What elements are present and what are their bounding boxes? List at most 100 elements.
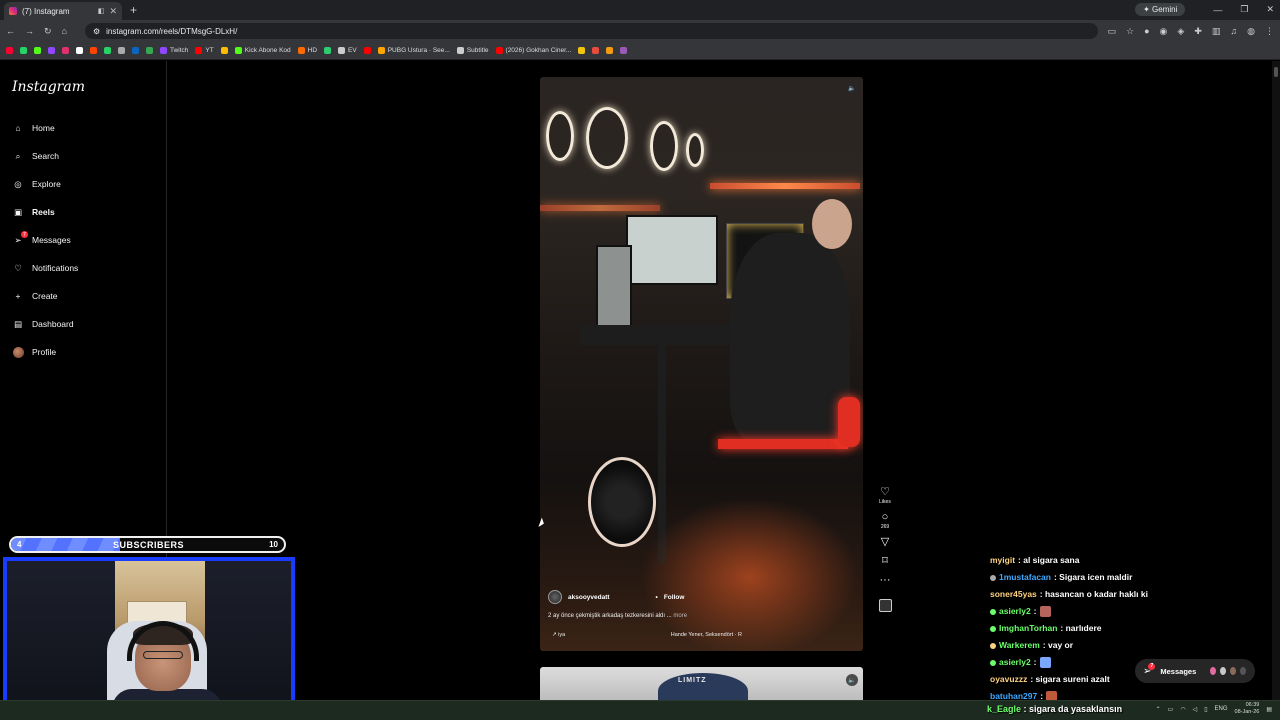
sidebar-item-label: Reels	[32, 207, 55, 217]
mute-button[interactable]: 🔈	[846, 82, 858, 94]
language-indicator[interactable]: ENG	[1215, 706, 1228, 712]
bookmark-item[interactable]: (2026) Gokhan Ciner...	[495, 47, 571, 54]
bookmark-item[interactable]	[90, 47, 97, 54]
audio-thumbnail[interactable]	[878, 599, 892, 612]
media-icon[interactable]: ♫	[1230, 26, 1237, 37]
home-browser-icon[interactable]: ⌂	[62, 26, 67, 36]
sidebar-item-messages[interactable]: ➢ 7 Messages	[0, 226, 167, 254]
minimize-icon[interactable]: —	[1213, 5, 1222, 15]
bookmark-item[interactable]: EV	[338, 47, 357, 54]
bookmark-item[interactable]	[62, 47, 69, 54]
reel-audio-song[interactable]: Hande Yener, Seksendört · R	[671, 632, 742, 638]
back-icon[interactable]: ←	[6, 26, 15, 36]
wifi-icon[interactable]: ◠	[1180, 706, 1185, 713]
bookmark-item[interactable]	[578, 47, 586, 54]
more-button[interactable]: ···	[880, 574, 891, 587]
bookmark-item[interactable]	[592, 47, 600, 54]
url-field[interactable]: ⚙ instagram.com/reels/DTMsgG-DLxH/	[84, 23, 1098, 39]
menu-icon[interactable]: ⋮	[1265, 26, 1274, 37]
sidebar-item-search[interactable]: ⌕ Search	[0, 142, 167, 170]
sidepanel-icon[interactable]: ▥	[1212, 26, 1221, 37]
author-avatar[interactable]	[548, 590, 562, 604]
extension-icon[interactable]: ●	[1144, 26, 1149, 37]
forward-icon[interactable]: →	[25, 26, 34, 36]
clock-time: 06:39	[1245, 702, 1260, 708]
chat-message: asierly2 :	[990, 654, 1220, 671]
bookmark-item[interactable]	[34, 47, 41, 54]
profile-icon[interactable]: ◍	[1247, 26, 1255, 37]
chat-badge-icon	[990, 659, 996, 666]
bookmark-item[interactable]	[220, 47, 228, 54]
page-scrollbar[interactable]	[1272, 61, 1280, 720]
bookmark-item[interactable]	[363, 47, 371, 54]
reel-video[interactable]	[540, 77, 863, 651]
restore-icon[interactable]: ❐	[1240, 4, 1248, 15]
site-info-icon[interactable]: ⚙	[93, 27, 100, 36]
bookmark-star-icon[interactable]: ☆	[1126, 26, 1134, 37]
tab-instagram[interactable]: (7) Instagram ◧ ✕	[4, 2, 122, 20]
share-button[interactable]: ▽	[881, 536, 889, 549]
bookmark-icon	[104, 47, 111, 54]
extension-icon[interactable]: ◈	[1177, 26, 1184, 37]
bookmark-item[interactable]: YT	[195, 47, 214, 54]
bookmark-icon	[234, 47, 242, 54]
volume-icon: 🔈	[848, 85, 856, 92]
comment-button[interactable]: ○ 269	[881, 511, 889, 530]
bookmark-item[interactable]	[48, 47, 55, 54]
instagram-logo[interactable]: Instagram	[12, 79, 85, 95]
sidebar-item-home[interactable]: ⌂ Home	[0, 114, 167, 142]
plus-icon: +	[15, 291, 21, 301]
follow-button[interactable]: Follow	[664, 594, 685, 601]
next-reel-text: LIMITZ	[678, 677, 707, 684]
extension-icon[interactable]: ◉	[1160, 26, 1168, 37]
bookmark-item[interactable]	[104, 47, 111, 54]
bookmark-item[interactable]	[324, 47, 332, 54]
clock[interactable]: 06:39 08-Jan-26	[1235, 702, 1260, 716]
bookmark-item[interactable]	[146, 47, 153, 54]
led-ring	[650, 121, 678, 171]
sidebar-item-profile[interactable]: Profile	[0, 338, 167, 366]
new-tab-button[interactable]: +	[130, 3, 137, 17]
sidebar-item-create[interactable]: + Create	[0, 282, 167, 310]
battery-icon[interactable]: ▯	[1204, 706, 1207, 713]
close-tab-icon[interactable]: ✕	[109, 6, 117, 17]
window-controls: ✦ Gemini — ❐ ✕	[1135, 3, 1274, 16]
bookmark-item[interactable]: Kick Abone Kod	[234, 47, 291, 54]
bookmark-item[interactable]	[20, 47, 27, 54]
scrollbar-thumb[interactable]	[1274, 67, 1278, 77]
mute-button[interactable]: 🔈	[846, 674, 858, 686]
cast-icon[interactable]: ▭	[1108, 26, 1117, 37]
like-button[interactable]: ♡ Likes	[879, 486, 891, 505]
bookmark-item[interactable]: Subtitle	[456, 47, 489, 54]
sidebar-item-reels[interactable]: ▣ Reels	[0, 198, 167, 226]
reel-audio-left[interactable]: ↗ iya	[552, 632, 565, 638]
bookmark-icon	[62, 47, 69, 54]
notification-icon[interactable]: ▤	[1266, 706, 1272, 713]
caption-more-link[interactable]: more	[673, 613, 687, 619]
sidebar-item-dashboard[interactable]: ▤ Dashboard	[0, 310, 167, 338]
bookmark-item[interactable]	[6, 47, 13, 54]
messages-icon: ➢ 7	[12, 231, 28, 246]
tray-chevron-icon[interactable]: ⌃	[1156, 706, 1161, 713]
bookmark-item[interactable]: Twitch	[160, 47, 188, 54]
bookmark-item[interactable]	[606, 47, 614, 54]
bookmark-item[interactable]	[132, 47, 139, 54]
sidebar-item-notifications[interactable]: ♡ Notifications	[0, 254, 167, 282]
sidebar-item-explore[interactable]: ◎ Explore	[0, 170, 167, 198]
volume-tray-icon[interactable]: ◁	[1193, 706, 1198, 713]
author-username[interactable]: aksooyvedatt	[568, 594, 610, 601]
bookmark-item[interactable]	[620, 47, 628, 54]
bookmark-item[interactable]	[76, 47, 83, 54]
puzzle-icon[interactable]: ✚	[1194, 26, 1202, 37]
reload-icon[interactable]: ↻	[44, 26, 52, 37]
speaker-icon[interactable]: ◧	[98, 7, 105, 15]
gemini-button[interactable]: ✦ Gemini	[1135, 3, 1186, 16]
close-window-icon[interactable]: ✕	[1266, 4, 1274, 15]
save-button[interactable]: ⌑	[882, 555, 888, 568]
bookmark-item[interactable]: HD	[297, 47, 317, 54]
bookmark-item[interactable]	[118, 47, 125, 54]
sidebar-item-label: Dashboard	[32, 319, 74, 329]
bookmark-item[interactable]: PUBG Ustura · See...	[377, 47, 450, 54]
chat-message: 1mustafacan : Sigara icen maldir	[990, 569, 1220, 586]
network-icon[interactable]: ▭	[1168, 706, 1174, 713]
